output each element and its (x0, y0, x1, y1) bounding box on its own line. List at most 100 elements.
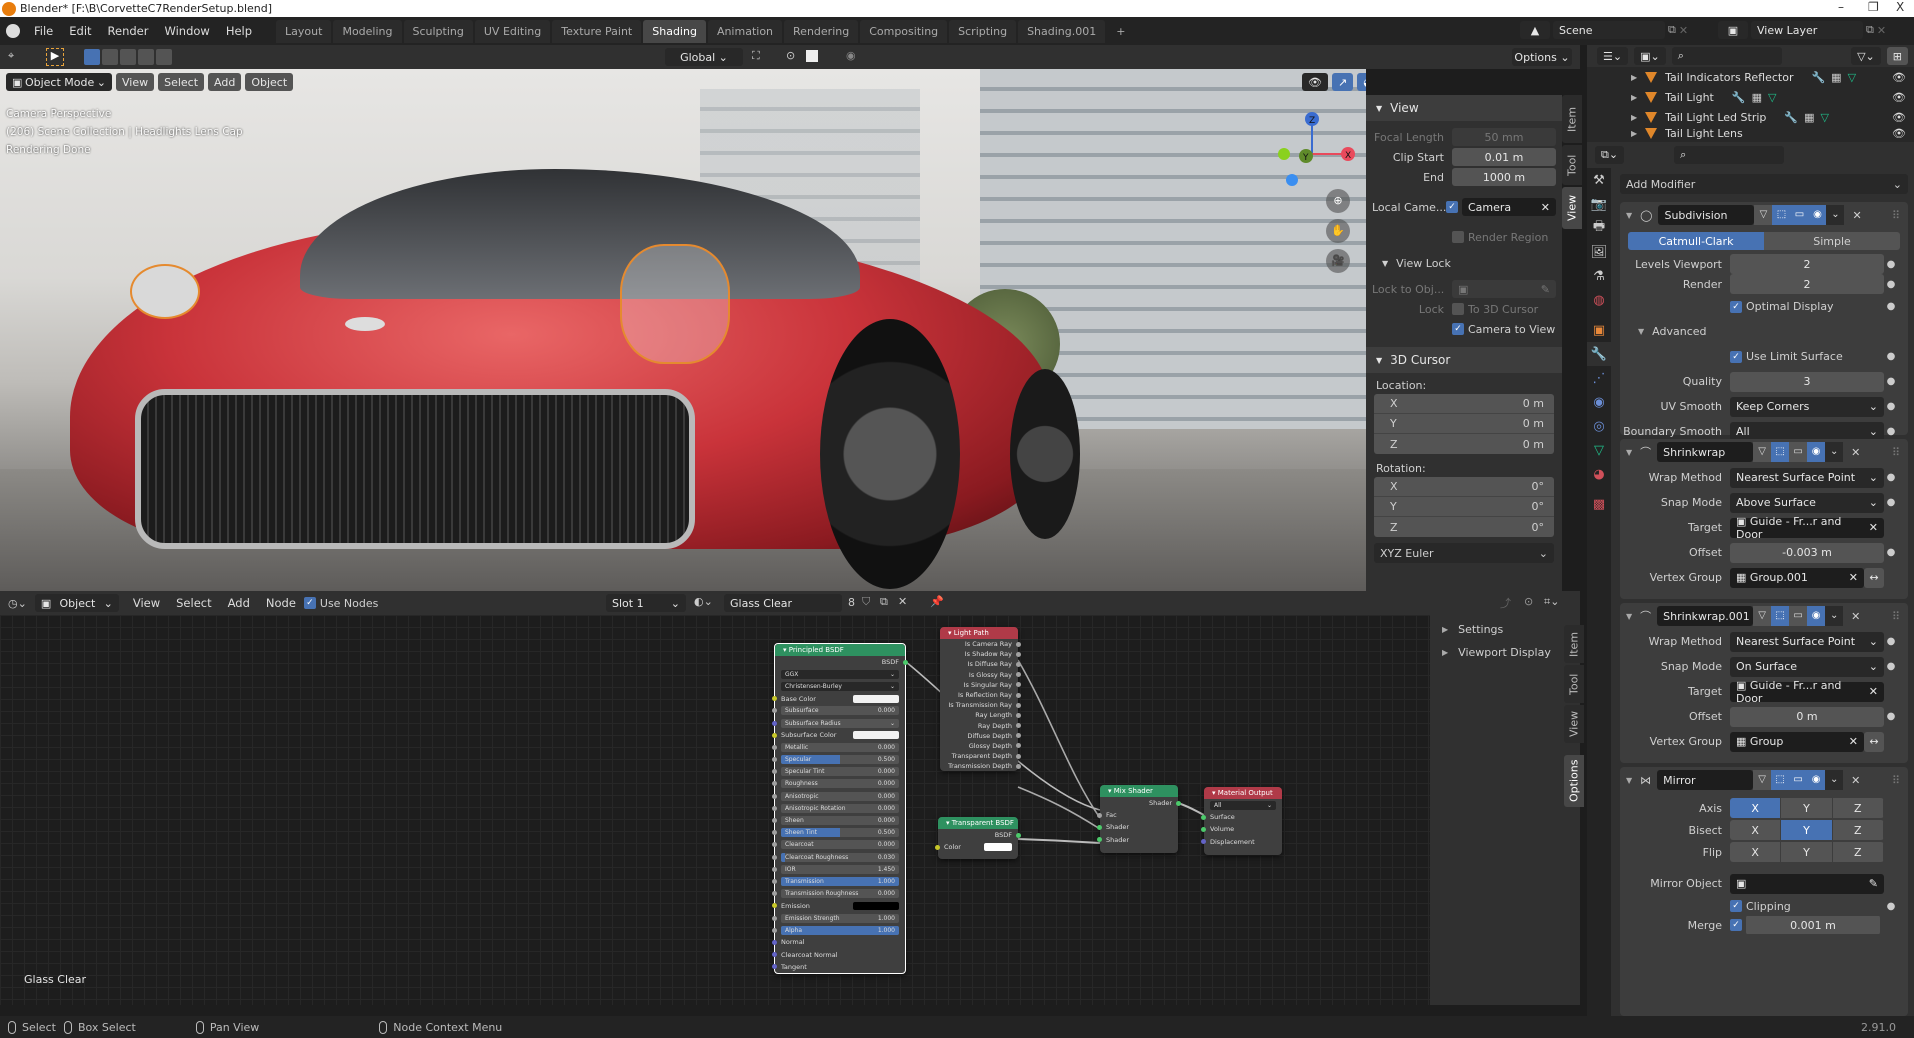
rotation-x-field[interactable]: X 0° (1374, 477, 1554, 497)
edit-mode-icon[interactable]: ▽ (1753, 442, 1772, 462)
cage-icon[interactable]: ⬚ (1771, 770, 1790, 790)
node-input-row[interactable]: Specular Tint 0.000 (772, 766, 905, 778)
node-input-row[interactable]: IOR 1.450 (772, 863, 905, 875)
vertex-group-field[interactable]: ▦ Group.001 ✕ (1730, 567, 1864, 588)
outliner-filter-layer-icon[interactable]: ▣⌄ (1634, 47, 1666, 65)
visibility-eye-icon[interactable]: 👁 (1892, 127, 1906, 139)
viewport-display-icon[interactable]: ▭ (1789, 606, 1808, 626)
node-header[interactable]: ▾ Material Output (1204, 787, 1282, 799)
modifier-icon[interactable]: 🔧 (1811, 71, 1825, 84)
input-socket[interactable] (772, 878, 777, 884)
view-layer-name-field[interactable]: View Layer (1751, 21, 1863, 39)
input-socket[interactable] (772, 842, 777, 848)
axis-z-button[interactable]: Z (1832, 798, 1884, 818)
flip-z-button[interactable]: Z (1832, 842, 1884, 862)
menu-edit[interactable]: Edit (61, 24, 99, 38)
node-input-row[interactable]: Anisotropic 0.000 (772, 790, 905, 802)
node-input-row[interactable]: Metallic 0.000 (772, 741, 905, 753)
bisect-y-button[interactable]: Y (1781, 820, 1833, 840)
input-socket[interactable] (772, 927, 777, 933)
input-socket[interactable] (772, 696, 777, 702)
keyframe-dot-icon[interactable]: ● (1884, 547, 1898, 558)
render-icon[interactable]: ◉ (1807, 606, 1826, 626)
optimal-display-checkbox[interactable]: ✓ (1730, 300, 1742, 313)
mesh-data-icon[interactable]: ▽ (1768, 91, 1776, 104)
display-mode-icon[interactable]: ☰⌄ (1597, 47, 1629, 65)
render-icon[interactable]: ◉ (1808, 205, 1827, 225)
input-socket[interactable] (772, 744, 777, 750)
menu-file[interactable]: File (26, 24, 61, 38)
cage-icon[interactable]: ⬚ (1772, 205, 1791, 225)
subsurface-method-dropdown[interactable]: Christensen-Burley ⌄ (781, 681, 899, 691)
mesh-data-icon[interactable]: ▽ (1848, 71, 1856, 84)
npanel-tab-view[interactable]: View (1562, 187, 1582, 229)
overlay-toggle-icon[interactable]: ◕ (1357, 73, 1366, 91)
cage-icon[interactable]: ⬚ (1771, 442, 1790, 462)
output-socket[interactable] (1016, 641, 1021, 647)
output-socket[interactable] (1176, 800, 1181, 806)
output-socket[interactable] (1016, 763, 1021, 769)
node-menu-select[interactable]: Select (168, 596, 219, 610)
duplicate-material-icon[interactable]: ⧉ (880, 595, 888, 609)
menu-window[interactable]: Window (156, 24, 217, 38)
transform-orientation-dropdown[interactable]: Global ⌄ (665, 48, 743, 66)
camera-view-icon[interactable]: 🎥 (1326, 249, 1350, 273)
output-socket[interactable] (1016, 692, 1021, 698)
add-modifier-dropdown[interactable]: Add Modifier ⌄ (1620, 174, 1908, 194)
local-camera-field[interactable]: Camera ✕ (1462, 198, 1556, 216)
clipping-checkbox[interactable]: ✓ (1730, 900, 1742, 912)
input-slider[interactable]: Sheen 0.000 (781, 816, 899, 826)
modifier-name-field[interactable]: Subdivision (1658, 205, 1755, 225)
input-slider[interactable]: Roughness 0.000 (781, 779, 899, 789)
output-socket[interactable] (903, 659, 908, 665)
output-socket[interactable] (1016, 661, 1021, 667)
gizmo-neg-z-handle[interactable] (1286, 174, 1298, 186)
input-slider[interactable]: Clearcoat 0.000 (781, 840, 899, 850)
node-principled-bsdf[interactable]: ▾ Principled BSDF BSDF GGX ⌄ Christensen-… (772, 643, 908, 974)
node-input-row[interactable]: Subsurface Color (772, 729, 905, 741)
scene-name-field[interactable]: Scene (1553, 21, 1665, 39)
node-input-row[interactable]: Specular 0.500 (772, 754, 905, 766)
tab-rendering[interactable]: Rendering (784, 19, 859, 43)
flip-x-button[interactable]: X (1730, 842, 1782, 862)
outliner-item[interactable]: ▶ Tail Light 🔧 ▦ ▽ 👁 (1587, 87, 1914, 107)
input-slider[interactable]: Transmission Roughness 0.000 (781, 889, 899, 899)
tab-animation[interactable]: Animation (707, 19, 783, 43)
gizmo-toggle-icon[interactable]: ↗ (1331, 73, 1354, 91)
eyedropper-icon[interactable]: ✎ (1541, 283, 1550, 296)
use-limit-surface-checkbox[interactable]: ✓ (1730, 350, 1742, 363)
delete-scene-icon[interactable]: ✕ (1679, 24, 1688, 37)
node-input-row[interactable]: Sheen 0.000 (772, 814, 905, 826)
node-input-row[interactable]: Anisotropic Rotation 0.000 (772, 802, 905, 814)
render-icon[interactable]: ◉ (1807, 442, 1826, 462)
node-menu-view[interactable]: View (125, 596, 168, 610)
viewport-display-section[interactable]: ▶ Viewport Display (1430, 644, 1580, 661)
visibility-icon[interactable]: 👁 (1302, 73, 1328, 91)
node-input-row[interactable]: Subsurface 0.000 (772, 705, 905, 717)
pan-hand-icon[interactable]: ✋ (1326, 219, 1350, 243)
edit-mode-icon[interactable]: ▽ (1753, 606, 1772, 626)
collapse-icon[interactable]: ▼ (1626, 211, 1632, 220)
snap-element-icon[interactable]: ⌗⌄ (1544, 595, 1559, 609)
node-tab-item[interactable]: Item (1564, 625, 1584, 663)
input-socket[interactable] (772, 915, 777, 921)
bisect-z-button[interactable]: Z (1832, 820, 1884, 840)
material-name-field[interactable]: Glass Clear (724, 594, 842, 612)
clear-target-icon[interactable]: ✕ (1869, 521, 1878, 534)
bisect-x-button[interactable]: X (1730, 820, 1782, 840)
location-y-field[interactable]: Y 0 m (1374, 414, 1554, 434)
options-dropdown[interactable]: Options ⌄ (1512, 48, 1572, 66)
node-menu-add[interactable]: Add (220, 596, 258, 610)
3d-cursor-section-header[interactable]: ▼ 3D Cursor (1366, 347, 1562, 373)
viewport-display-icon[interactable]: ▭ (1789, 770, 1808, 790)
catmull-clark-option[interactable]: Catmull-Clark (1628, 232, 1764, 250)
texture-tab-icon[interactable]: ▩ (1587, 492, 1611, 516)
cage-icon[interactable]: ⬚ (1771, 606, 1790, 626)
collapse-icon[interactable]: ▼ (1626, 612, 1632, 621)
npanel-tab-item[interactable]: Item (1562, 95, 1582, 143)
output-socket[interactable] (1016, 832, 1021, 838)
close-button[interactable]: X (1896, 0, 1904, 14)
node-input-row[interactable]: Tangent (772, 961, 905, 973)
input-slider[interactable]: Clearcoat Roughness 0.030 (781, 852, 899, 862)
editor-type-icon[interactable]: ⧉⌄ (1595, 146, 1625, 164)
